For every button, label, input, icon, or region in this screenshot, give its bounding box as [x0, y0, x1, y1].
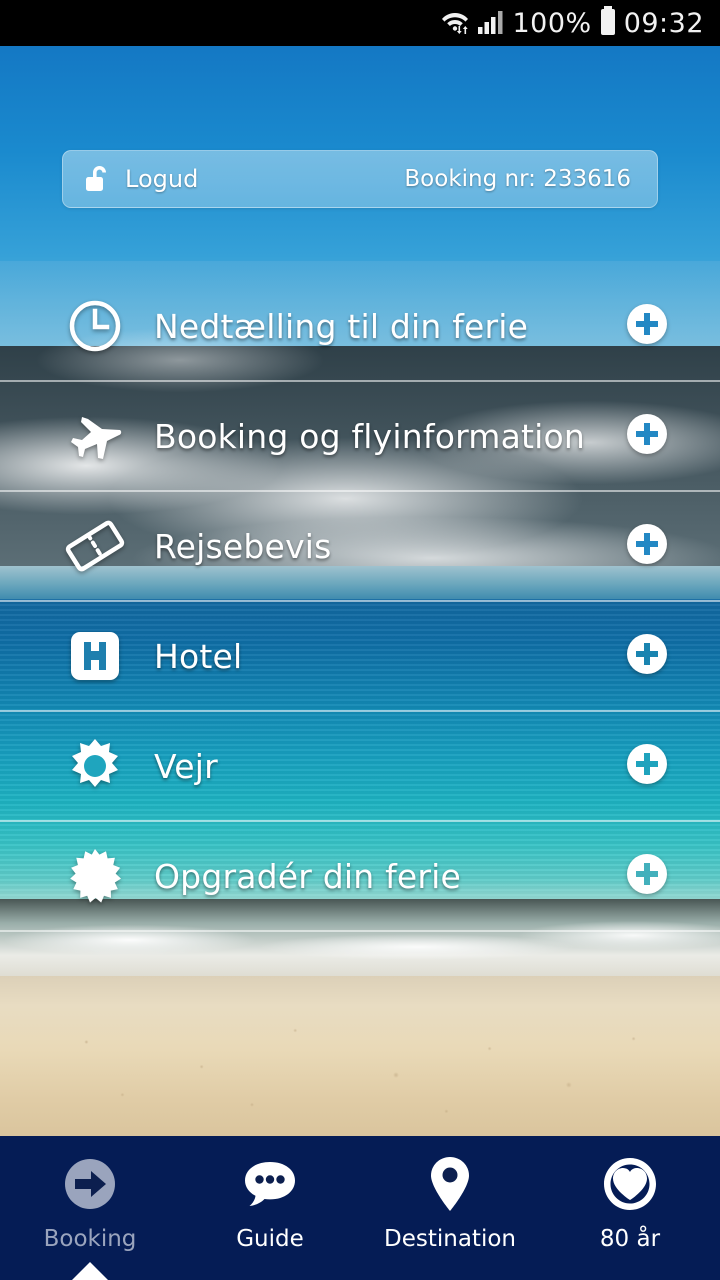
plus-circle-icon[interactable]: [626, 743, 668, 789]
menu-item-label: Hotel: [154, 636, 243, 676]
plus-circle-icon[interactable]: [626, 853, 668, 899]
menu-item-label: Vejr: [154, 746, 218, 786]
nav-item-destination[interactable]: Destination: [360, 1136, 540, 1280]
menu-item-label: Nedtælling til din ferie: [154, 306, 529, 346]
plus-circle-icon[interactable]: [626, 523, 668, 569]
main-menu-list: Nedtælling til din ferie Booking og flyi…: [0, 272, 720, 932]
signal-bars-icon: [477, 7, 505, 39]
plus-circle-icon[interactable]: [626, 303, 668, 349]
hotel-h-icon: [58, 629, 132, 683]
starburst-icon: [58, 848, 132, 904]
arrow-right-circle-icon: [62, 1156, 118, 1212]
sun-icon: [58, 738, 132, 794]
battery-percent-label: 100%: [512, 7, 592, 39]
speech-bubble-icon: [242, 1156, 298, 1212]
menu-item-booking-flight[interactable]: Booking og flyinformation: [0, 382, 720, 492]
menu-item-upgrade[interactable]: Opgradér din ferie: [0, 822, 720, 932]
ticket-icon: [58, 520, 132, 572]
clock-icon: [58, 298, 132, 354]
booking-number-label: Booking nr: 233616: [404, 166, 631, 192]
nav-item-anniversary[interactable]: 80 år: [540, 1136, 720, 1280]
nav-item-label: Booking: [43, 1226, 137, 1252]
nav-item-booking[interactable]: Booking: [0, 1136, 180, 1280]
nav-item-label: Destination: [384, 1226, 516, 1252]
wifi-transfer-icon: [440, 7, 470, 39]
plus-circle-icon[interactable]: [626, 413, 668, 459]
nav-item-label: 80 år: [599, 1226, 661, 1252]
background-sand: [0, 976, 720, 1136]
nav-item-label: Guide: [236, 1226, 304, 1252]
clock-time-label: 09:32: [623, 7, 704, 39]
plus-circle-icon[interactable]: [626, 633, 668, 679]
menu-item-weather[interactable]: Vejr: [0, 712, 720, 822]
menu-item-label: Booking og flyinformation: [154, 416, 586, 456]
nav-item-guide[interactable]: Guide: [180, 1136, 360, 1280]
unlocked-padlock-icon: [85, 164, 111, 194]
logout-bar[interactable]: Logud Booking nr: 233616: [62, 150, 658, 208]
menu-item-travel-document[interactable]: Rejsebevis: [0, 492, 720, 602]
menu-item-hotel[interactable]: Hotel: [0, 602, 720, 712]
menu-item-label: Opgradér din ferie: [154, 856, 462, 896]
bottom-navigation-bar: Booking Guide Destination 80 år: [0, 1136, 720, 1280]
app-screen: 100% 09:32 Logud Booking nr: 233616 Nedt…: [0, 0, 720, 1280]
heart-swirl-icon: [602, 1156, 658, 1212]
logout-label: Logud: [125, 165, 199, 193]
menu-item-label: Rejsebevis: [154, 526, 332, 566]
airplane-icon: [58, 410, 132, 462]
battery-icon: [599, 6, 617, 40]
menu-item-countdown[interactable]: Nedtælling til din ferie: [0, 272, 720, 382]
status-bar: 100% 09:32: [0, 0, 720, 46]
map-pin-icon: [428, 1156, 472, 1212]
active-tab-caret-icon: [64, 1262, 116, 1280]
